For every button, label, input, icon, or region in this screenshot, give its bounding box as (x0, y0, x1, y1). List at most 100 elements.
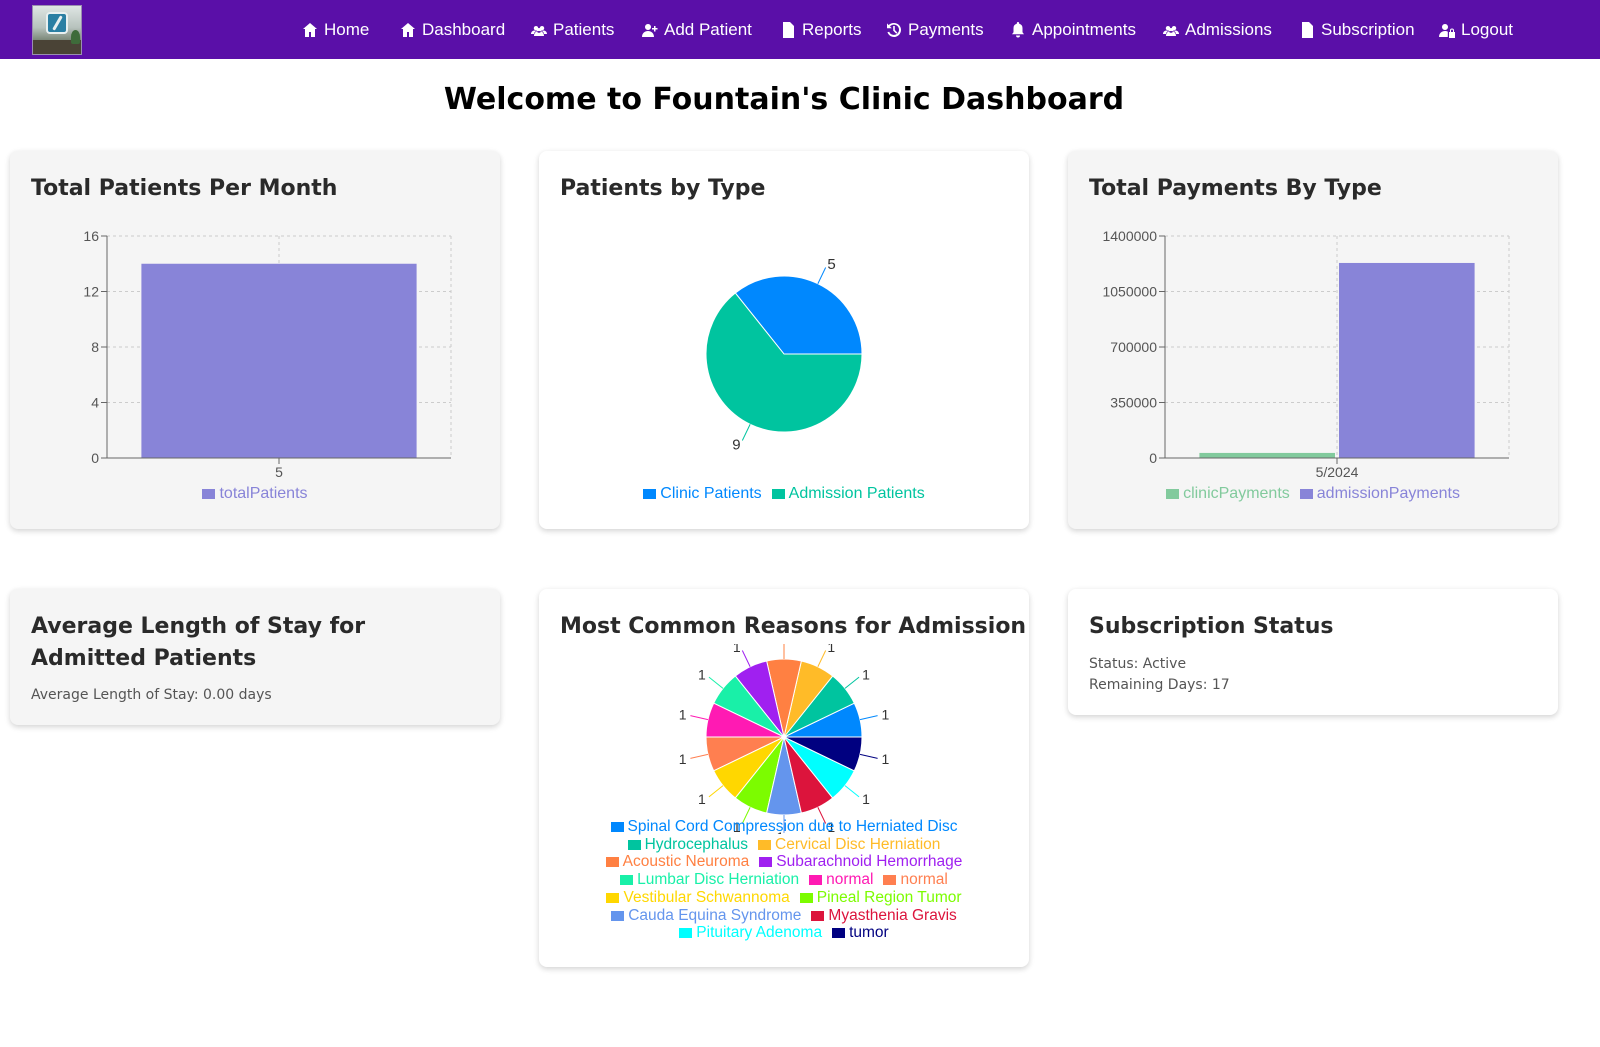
pie-label: 1 (881, 751, 889, 767)
legend-item: Hydrocephalus (627, 835, 748, 854)
user-lock-icon (1439, 24, 1455, 38)
payments-by-type-card: Total Payments By Type 0 350000 700000 1050… (1068, 151, 1558, 529)
file-icon (783, 22, 794, 38)
legend-row: Pituitary Adenoma tumor (539, 924, 1029, 942)
legend-swatch (758, 839, 771, 850)
top-navbar: Home Dashboard Patients Add Patient Reports P… (0, 0, 1600, 59)
nav-item-payments[interactable]: Payments (886, 19, 984, 41)
legend-item: Cauda Equina Syndrome (611, 907, 801, 925)
legend-item: normal (883, 871, 948, 889)
legend-item: normal (809, 871, 873, 889)
y-tick-label: 0 (1149, 450, 1157, 466)
y-tick-label: 0 (91, 450, 99, 466)
nav-item-home[interactable]: Home (302, 19, 369, 41)
legend-swatch (627, 839, 641, 850)
card-title: Subscription Status (1089, 614, 1334, 639)
legend-row: Vestibular Schwannoma Pineal Region Tumor (539, 889, 1029, 907)
bar-clinicPayments[interactable] (1199, 452, 1335, 458)
legend-swatch (679, 928, 693, 939)
legend-item: admissionPayments (1299, 485, 1460, 503)
legend-swatch (799, 892, 813, 903)
nav-item-admissions[interactable]: Admissions (1163, 19, 1272, 41)
legend-swatch (1299, 489, 1313, 499)
bell-icon (1012, 22, 1024, 38)
home-icon (303, 23, 317, 37)
y-tick-label: 4 (91, 395, 99, 411)
legend-swatch (811, 910, 825, 921)
nav-item-label: Dashboard (422, 20, 506, 39)
users-icon (531, 26, 547, 36)
nav-item-logout[interactable]: Logout (1439, 19, 1513, 41)
legend-label: totalPatients (219, 485, 308, 502)
nav-item-subscription[interactable]: Subscription (1299, 19, 1415, 41)
nav-item-add-patient[interactable]: Add Patient (642, 19, 752, 41)
chart-legend: Clinic Patients Admission Patients (539, 485, 1029, 503)
pie-label-line (817, 267, 827, 284)
legend-item: Admission Patients (771, 485, 925, 503)
legend-label: Hydrocephalus (644, 835, 748, 853)
legend-label: Subarachnoid Hemorrhage (776, 853, 963, 871)
card-title: Average Length of Stay for Admitted Pati… (31, 614, 366, 671)
pie-label-line (859, 753, 878, 759)
legend-label: Pituitary Adenoma (696, 924, 823, 942)
legend-item: Myasthenia Gravis (811, 906, 957, 925)
admission-reasons-chart: 11111111111111 (679, 644, 889, 834)
y-tick-label: 350000 (1110, 395, 1157, 411)
legend-swatch (643, 489, 657, 499)
bar-admissionPayments[interactable] (1339, 262, 1475, 458)
users-icon (1163, 26, 1179, 36)
nav-item-reports[interactable]: Reports (780, 19, 862, 41)
history-icon (887, 22, 902, 37)
legend-item: clinicPayments (1166, 485, 1290, 503)
y-tick-label: 8 (91, 339, 99, 355)
admission-reasons-card: Most Common Reasons for Admission 1 1 1 1 1 1… (539, 589, 1029, 967)
legend-swatch (611, 910, 625, 921)
patients-per-month-chart: 0 4 8 12 16 5 (83, 228, 452, 480)
pie-label: 1 (881, 707, 889, 723)
legend-label: Acoustic Neuroma (622, 853, 750, 871)
legend-label: Clinic Patients (660, 485, 762, 502)
legend-label: Spinal Cord Compression due to Herniated… (627, 818, 958, 835)
avg-stay-value: Average Length of Stay: 0.00 days (31, 687, 272, 703)
pie-label: 1 (698, 667, 706, 683)
legend-label: Admission Patients (788, 485, 925, 502)
nav-item-appointments[interactable]: Appointments (1010, 19, 1136, 41)
pie-label-line (690, 753, 709, 759)
subscription-remaining-days: Remaining Days: 17 (1089, 677, 1230, 693)
nav-item-patients[interactable]: Patients (531, 19, 614, 41)
legend-swatch (759, 857, 773, 868)
pie-label: 1 (679, 707, 687, 723)
nav-item-label: Appointments (1032, 20, 1136, 39)
legend-label: Myasthenia Gravis (828, 906, 957, 924)
file-icon (1302, 22, 1313, 38)
legend-item: tumor (832, 924, 889, 942)
pie-label-line (859, 715, 878, 721)
card-title: Patients by Type (560, 176, 766, 201)
bar-totalPatients[interactable] (141, 263, 417, 458)
legend-swatch (832, 928, 846, 939)
nav-item-label: Logout (1461, 20, 1513, 39)
home-icon (401, 23, 415, 37)
nav-item-label: Payments (908, 20, 984, 39)
legend-item: Vestibular Schwannoma (606, 889, 790, 907)
legend-swatch (1166, 489, 1180, 499)
pie-label-line (741, 650, 751, 667)
pie-label: 1 (733, 644, 741, 655)
legend-label: clinicPayments (1183, 485, 1290, 502)
pie-label-line (844, 676, 860, 689)
legend-swatch (610, 822, 624, 832)
clinic-logo[interactable] (32, 5, 82, 55)
legend-label: admissionPayments (1316, 485, 1460, 502)
pie-label: 1 (679, 751, 687, 767)
pie-label-line (817, 650, 827, 667)
page-title: Welcome to Fountain's Clinic Dashboard (443, 82, 1125, 117)
legend-row: Spinal Cord Compression due to Herniated… (539, 818, 1029, 836)
x-tick-label: 5/2024 (1316, 464, 1359, 480)
legend-item: Acoustic Neuroma (605, 853, 750, 871)
patients-by-type-chart: 59 (705, 256, 863, 453)
pie-label: 1 (862, 791, 870, 807)
legend-swatch (202, 489, 216, 499)
nav-item-label: Home (324, 20, 370, 39)
nav-item-dashboard[interactable]: Dashboard (400, 19, 505, 41)
legend-swatch (809, 875, 823, 886)
